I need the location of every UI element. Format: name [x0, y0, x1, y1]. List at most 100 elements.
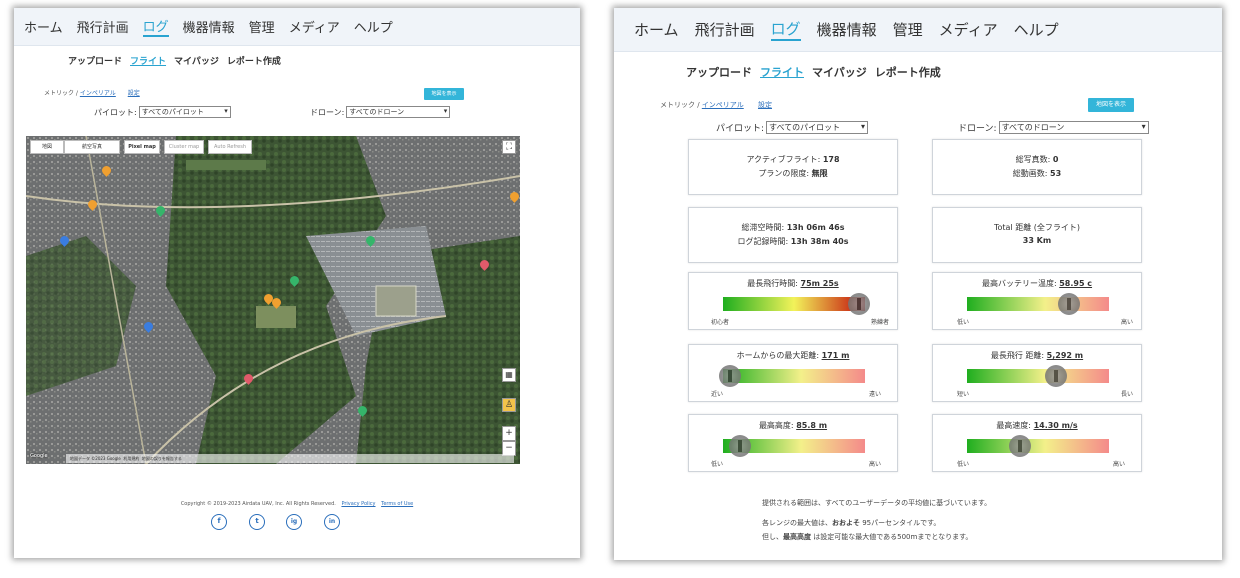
facebook-icon[interactable]: f	[211, 514, 227, 530]
drone-label: ドローン:	[310, 107, 345, 117]
nav-admin[interactable]: 管理	[249, 17, 275, 36]
unit-switch: メトリック / インペリアル 設定	[44, 88, 140, 97]
nav-home[interactable]: ホーム	[634, 19, 679, 40]
auto-refresh-button[interactable]: Auto Refresh	[208, 140, 252, 154]
linkedin-icon[interactable]: in	[324, 514, 340, 530]
show-map-button[interactable]: 地図を表示	[1088, 98, 1134, 112]
chevron-down-icon: ▾	[224, 107, 228, 115]
cluster-map-button[interactable]: Cluster map	[164, 140, 204, 154]
drone-label: ドローン:	[958, 124, 997, 134]
gauge-value: 14.30 m/s	[1033, 421, 1078, 430]
gauge-low-label: 初心者	[711, 319, 730, 326]
gauge-value: 85.8 m	[796, 421, 828, 430]
grid-icon[interactable]: ▦	[502, 368, 516, 382]
photo-count-value: 0	[1052, 155, 1059, 164]
map-terms-link[interactable]: 利用規約	[123, 456, 139, 461]
terms-of-use-link[interactable]: Terms of Use	[381, 501, 413, 507]
show-map-button[interactable]: 地図を表示	[424, 88, 464, 100]
chevron-down-icon: ▾	[861, 122, 866, 131]
main-nav: ホーム 飛行計画 ログ 機器情報 管理 メディア ヘルプ	[614, 8, 1222, 52]
nav-help[interactable]: ヘルプ	[354, 17, 393, 36]
subnav-report[interactable]: レポート作成	[227, 54, 281, 67]
drone-select[interactable]: すべてのドローン ▾	[998, 121, 1149, 134]
nav-admin[interactable]: 管理	[893, 19, 923, 40]
map-attribution: 地図データ ©2023 Google 利用規約 地図の誤りを報告する	[66, 454, 514, 463]
settings-link[interactable]: 設定	[758, 101, 772, 109]
pilot-select[interactable]: すべてのパイロット ▾	[766, 121, 869, 134]
gauge-label: 最高バッテリー温度:	[981, 279, 1057, 288]
flight-map-panel: ホーム 飛行計画 ログ 機器情報 管理 メディア ヘルプ アップロード フライト…	[14, 8, 580, 558]
gauge-label: 最長飛行時間:	[747, 279, 798, 288]
gauge-bar	[967, 369, 1109, 383]
nav-flight-plan[interactable]: 飛行計画	[77, 17, 129, 36]
altitude-note-c: は設定可能な最大値である500mまでとなります。	[811, 533, 973, 541]
max-altitude-gauge: 最高高度: 85.8 m 低い 高い	[688, 414, 898, 472]
subnav-my-badge[interactable]: マイパッジ	[812, 64, 867, 80]
nav-log[interactable]: ログ	[770, 18, 801, 41]
flight-time-card: 総滞空時間: 13h 06m 46s ログ記録時間: 13h 38m 40s	[688, 207, 898, 263]
gauge-value: 5,292 m	[1046, 351, 1084, 360]
gauge-low-label: 低い	[957, 461, 970, 468]
max-speed-gauge: 最高速度: 14.30 m/s 低い 高い	[932, 414, 1142, 472]
map-data-credit: 地図データ ©2023 Google	[70, 456, 121, 461]
nav-equipment[interactable]: 機器情報	[817, 19, 877, 40]
longest-flight-distance-gauge: 最長飛行 距離: 5,292 m 短い 長い	[932, 344, 1142, 402]
percentile-note-b: おおよそ	[832, 519, 860, 527]
unit-imperial-link[interactable]: インペリアル	[702, 101, 744, 109]
gauge-bar	[723, 369, 865, 383]
nav-media[interactable]: メディア	[289, 17, 340, 36]
subnav-my-badge[interactable]: マイパッジ	[174, 54, 219, 67]
air-time-value: 13h 06m 46s	[786, 223, 845, 232]
nav-help[interactable]: ヘルプ	[1014, 19, 1059, 40]
flight-stats-panel: ホーム 飛行計画 ログ 機器情報 管理 メディア ヘルプ アップロード フライト…	[614, 8, 1222, 560]
subnav-report[interactable]: レポート作成	[875, 64, 941, 80]
nav-log[interactable]: ログ	[142, 16, 169, 37]
subnav-flight[interactable]: フライト	[130, 54, 166, 67]
drone-select-value: すべてのドローン	[349, 108, 405, 116]
nav-flight-plan[interactable]: 飛行計画	[695, 19, 755, 40]
plan-limit-label: プランの限度:	[758, 169, 810, 178]
total-distance-value: 33 Km	[1022, 236, 1052, 245]
pilot-filter: パイロット: すべてのパイロット ▾	[716, 121, 869, 134]
subnav-upload[interactable]: アップロード	[68, 54, 122, 67]
gauge-label: ホームからの最大距離:	[736, 351, 820, 360]
pilot-label: パイロット:	[94, 107, 137, 117]
fullscreen-icon[interactable]: ⛶	[502, 140, 516, 154]
pilot-select[interactable]: すべてのパイロット ▾	[138, 106, 231, 118]
satellite-tab[interactable]: 航空写真	[64, 140, 120, 154]
pilot-filter: パイロット: すべてのパイロット ▾	[94, 106, 231, 118]
gauge-bar	[723, 297, 865, 311]
gauge-marker	[1058, 293, 1081, 315]
percentile-note-a: 各レンジの最大値は、	[762, 519, 832, 527]
pegman-icon[interactable]: ♙	[502, 398, 516, 412]
map-type-tab[interactable]: 地図	[30, 140, 64, 154]
chevron-down-icon: ▾	[1141, 122, 1146, 131]
zoom-in-icon[interactable]: +	[502, 426, 516, 441]
drone-select-value: すべてのドローン	[1001, 123, 1065, 132]
percentile-note-c: 95パーセンタイルです。	[860, 519, 941, 527]
unit-imperial-link[interactable]: インペリアル	[80, 90, 116, 97]
active-flights-label: アクティブフライト:	[746, 155, 821, 164]
active-flights-value: 178	[822, 155, 840, 164]
nav-equipment[interactable]: 機器情報	[183, 17, 235, 36]
subnav-flight[interactable]: フライト	[760, 64, 804, 80]
nav-home[interactable]: ホーム	[24, 17, 63, 36]
pixel-map-button[interactable]: Pixel map	[124, 140, 160, 154]
drone-filter: ドローン: すべてのドローン ▾	[958, 121, 1149, 134]
settings-link[interactable]: 設定	[128, 90, 140, 97]
sub-nav: アップロード フライト マイパッジ レポート作成	[686, 64, 1222, 80]
subnav-upload[interactable]: アップロード	[686, 64, 752, 80]
unit-metric: メトリック	[660, 101, 695, 109]
drone-select[interactable]: すべてのドローン ▾	[346, 106, 451, 118]
nav-media[interactable]: メディア	[939, 19, 998, 40]
flight-map[interactable]: 地図 航空写真 Pixel map Cluster map Auto Refre…	[26, 136, 520, 464]
gauge-low-label: 低い	[711, 461, 724, 468]
instagram-icon[interactable]: ig	[286, 514, 302, 530]
map-report-link[interactable]: 地図の誤りを報告する	[142, 456, 182, 461]
max-home-distance-gauge: ホームからの最大距離: 171 m 近い 遠い	[688, 344, 898, 402]
pilot-label: パイロット:	[716, 124, 765, 134]
privacy-policy-link[interactable]: Privacy Policy	[341, 501, 375, 507]
sub-nav: アップロード フライト マイパッジ レポート作成	[68, 54, 580, 67]
twitter-icon[interactable]: t	[249, 514, 265, 530]
video-count-value: 53	[1050, 169, 1062, 178]
